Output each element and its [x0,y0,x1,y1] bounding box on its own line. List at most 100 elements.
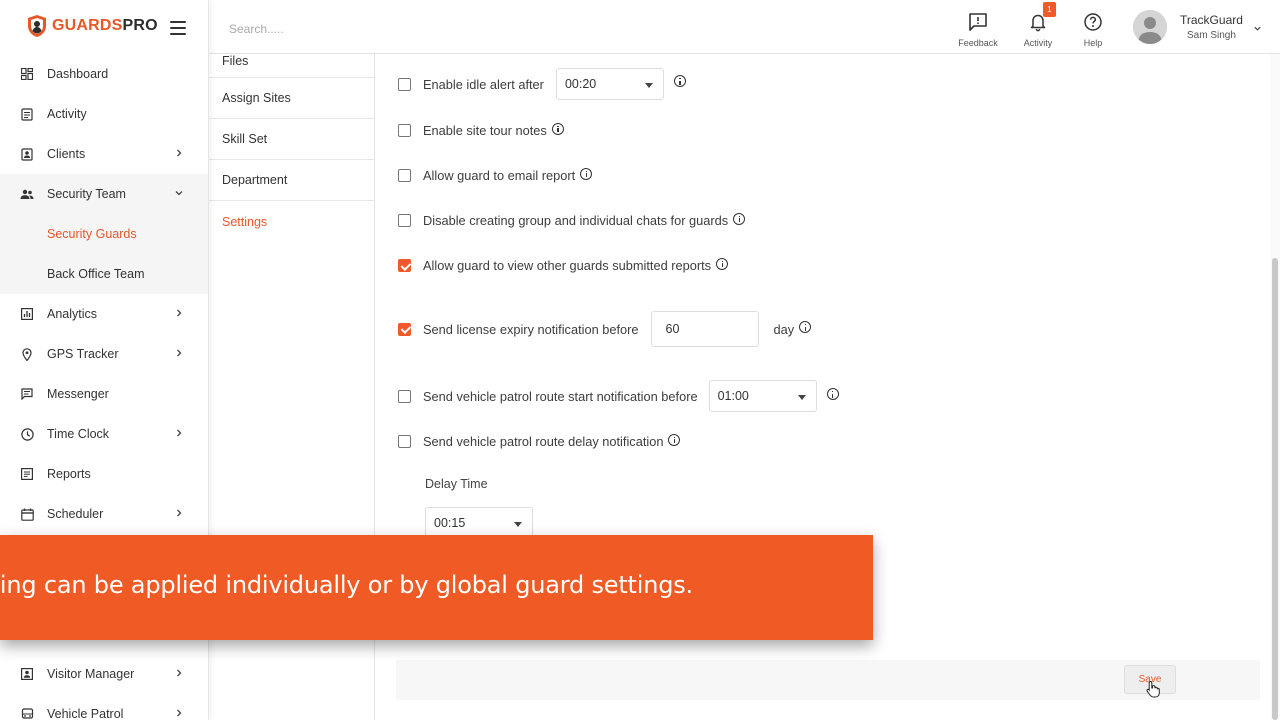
info-icon[interactable] [799,321,812,333]
info-icon[interactable] [551,122,564,135]
feedback-button[interactable]: Feedback [953,12,1003,48]
info-icon[interactable] [668,433,681,446]
info-icon[interactable] [716,257,729,270]
messenger-icon [20,387,34,401]
notification-badge: 1 [1043,2,1056,17]
tab-settings[interactable]: Settings [209,201,374,242]
info-icon[interactable] [580,167,593,180]
dashboard-icon [20,67,34,81]
license-expiry-checkbox[interactable] [398,322,411,336]
sidebar-item-label: Clients [47,147,86,161]
tab-files[interactable]: Files [209,54,374,78]
shield-logo-icon [28,15,46,37]
sidebar-item-analytics[interactable]: Analytics [0,294,208,334]
info-icon[interactable] [673,75,686,87]
idle-alert-label: Enable idle alert after [423,76,544,92]
sidebar-nav: Dashboard Activity Clients Security Team… [0,54,208,534]
dropdown-arrow-icon [797,395,806,400]
clients-icon [20,147,34,161]
menu-toggle-icon[interactable] [170,21,186,35]
sidebar-item-label: Analytics [47,307,98,321]
tab-skill-set[interactable]: Skill Set [209,119,374,160]
sidebar-item-time-clock[interactable]: Time Clock [0,414,208,454]
patrol-start-select[interactable]: 01:00 [708,380,817,412]
patrol-delay-label: Send vehicle patrol route delay notifica… [423,434,664,449]
view-reports-checkbox[interactable] [398,259,411,272]
site-tour-notes-row: Enable site tour notes [398,122,564,138]
license-expiry-days-input[interactable] [650,311,759,347]
chevron-down-icon [175,191,183,196]
user-info: TrackGuard Sam Singh [1180,13,1243,41]
patrol-start-label: Send vehicle patrol route start notifica… [423,388,698,404]
sidebar-subitem-back-office-team[interactable]: Back Office Team [0,254,208,294]
license-expiry-unit: day [773,321,795,337]
help-label: Help [1083,38,1103,48]
disable-chats-label: Disable creating group and individual ch… [423,213,729,228]
sidebar-item-dashboard[interactable]: Dashboard [0,54,208,94]
sidebar-subitem-security-guards[interactable]: Security Guards [0,214,208,254]
license-expiry-row: Send license expiry notification before … [398,311,812,347]
dropdown-arrow-icon [514,522,522,527]
info-icon[interactable] [826,388,839,400]
sidebar-item-label: Visitor Manager [47,667,135,681]
sidebar-item-label: Scheduler [47,507,104,521]
email-report-label: Allow guard to email report [423,168,576,183]
tab-department[interactable]: Department [209,160,374,201]
form-footer: Save [396,660,1260,700]
chevron-right-icon [177,669,182,677]
page-scrollbar[interactable] [1270,54,1280,720]
patrol-delay-checkbox[interactable] [398,435,411,448]
site-tour-notes-checkbox[interactable] [398,124,411,137]
sidebar-item-security-team[interactable]: Security Team [0,174,208,214]
team-icon [20,187,34,201]
delay-time-value: 00:15 [434,516,466,530]
info-icon[interactable] [733,212,746,225]
sidebar-item-scheduler[interactable]: Scheduler [0,494,208,534]
sidebar-item-activity[interactable]: Activity [0,94,208,134]
patrol-start-value: 01:00 [717,389,749,403]
view-reports-label: Allow guard to view other guards submitt… [423,258,712,273]
activity-icon [20,107,34,121]
help-icon [1084,13,1102,31]
idle-alert-row: Enable idle alert after 00:20 [398,68,686,100]
patrol-start-checkbox[interactable] [398,389,411,403]
user-menu[interactable]: TrackGuard Sam Singh [1133,10,1262,44]
idle-alert-value: 00:20 [564,77,597,91]
idle-alert-checkbox[interactable] [398,77,411,91]
disable-chats-row: Disable creating group and individual ch… [398,212,746,228]
idle-alert-select[interactable]: 00:20 [555,68,664,100]
email-report-row: Allow guard to email report [398,167,593,183]
tab-assign-sites[interactable]: Assign Sites [209,78,374,119]
sidebar-item-messenger[interactable]: Messenger [0,374,208,414]
search-input[interactable] [229,18,469,40]
sidebar-item-label: Vehicle Patrol [47,707,124,720]
sidebar-item-gps-tracker[interactable]: GPS Tracker [0,334,208,374]
brand-logo[interactable]: GUARDSPRO [26,14,158,38]
sidebar-item-visitor-manager[interactable]: Visitor Manager [0,654,208,694]
sidebar-item-vehicle-patrol[interactable]: Vehicle Patrol [0,694,208,720]
chevron-right-icon [177,429,182,437]
sidebar-item-reports[interactable]: Reports [0,454,208,494]
chevron-right-icon [177,509,182,517]
email-report-checkbox[interactable] [398,169,411,182]
top-bar: Feedback 1 Activity Help TrackGuard Sam … [209,0,1280,54]
video-caption-banner: e setting can be applied individually or… [0,535,873,640]
chevron-right-icon [177,309,182,317]
sidebar-item-label: Messenger [47,387,109,401]
chevron-down-icon [1254,26,1261,31]
activity-button[interactable]: 1 Activity [1013,2,1063,48]
sidebar-item-clients[interactable]: Clients [0,134,208,174]
avatar [1133,10,1167,44]
feedback-label: Feedback [958,38,998,48]
brand-name: GUARDSPRO [52,17,158,35]
feedback-icon [969,13,987,31]
sidebar-item-label: Reports [47,467,91,481]
scrollbar-thumb[interactable] [1272,258,1278,720]
patrol-start-row: Send vehicle patrol route start notifica… [398,380,839,412]
chevron-right-icon [177,149,182,157]
site-tour-notes-label: Enable site tour notes [423,123,547,138]
disable-chats-checkbox[interactable] [398,214,411,227]
help-button[interactable]: Help [1068,12,1118,48]
reports-icon [20,467,34,481]
view-reports-row: Allow guard to view other guards submitt… [398,257,729,273]
